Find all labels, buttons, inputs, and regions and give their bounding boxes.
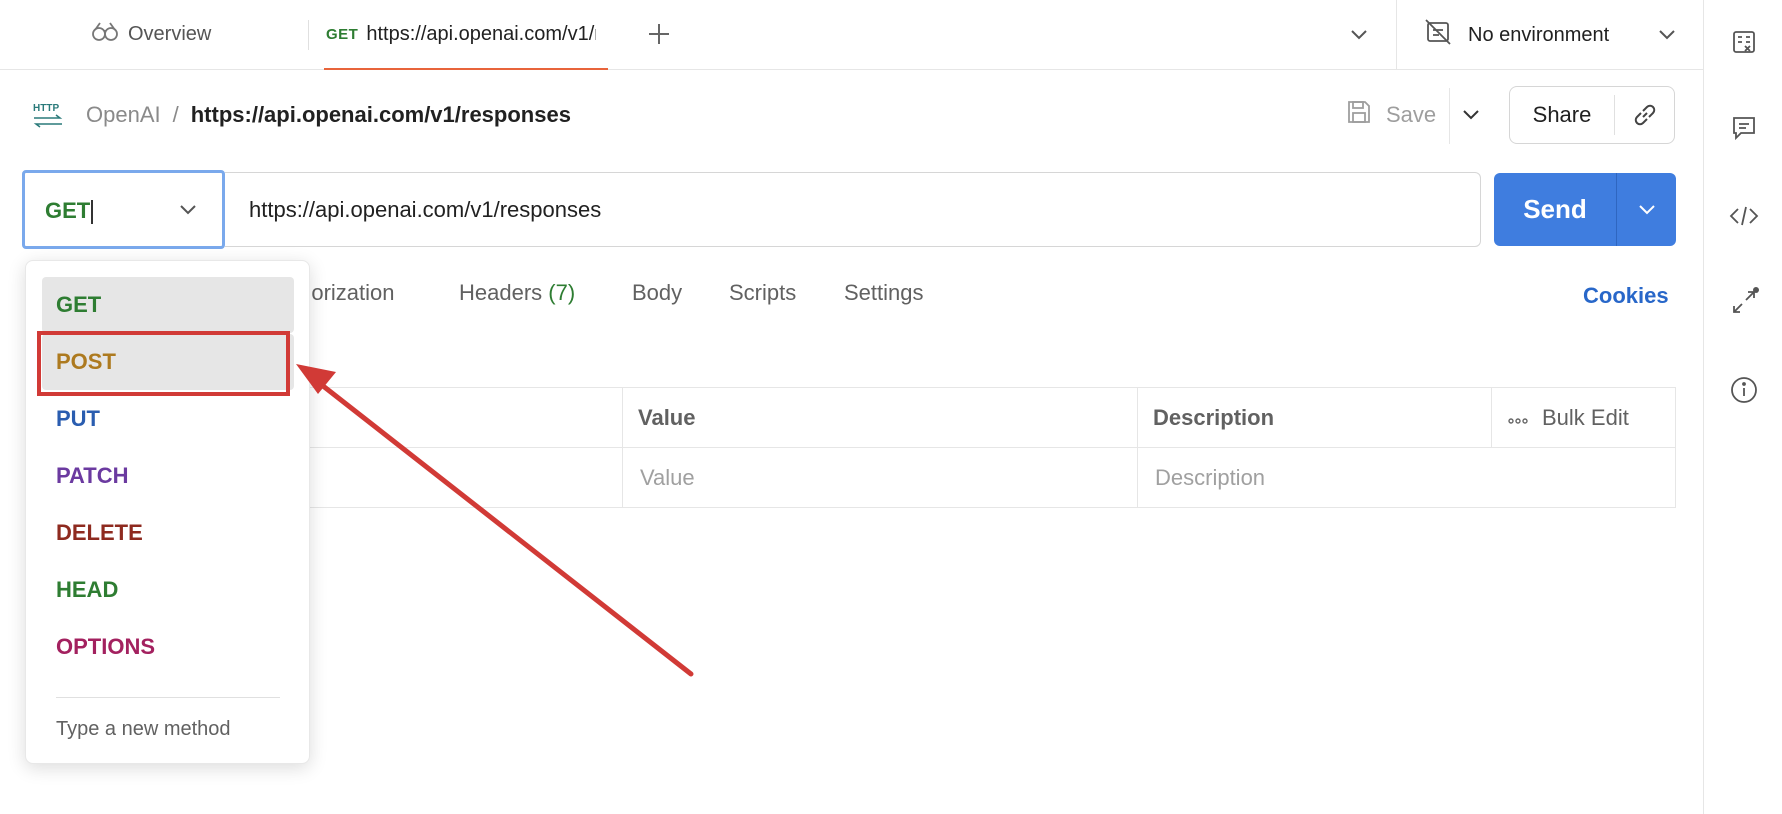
column-divider <box>1491 388 1492 447</box>
tab-request-method: GET <box>326 25 359 43</box>
related-icon[interactable] <box>1728 286 1760 318</box>
env-divider <box>1396 0 1397 70</box>
info-icon[interactable] <box>1728 374 1760 406</box>
breadcrumb-collection[interactable]: OpenAI <box>86 102 161 128</box>
tab-request-url: https://api.openai.com/v1/responses <box>366 22 596 45</box>
tab-headers[interactable]: Headers (7) <box>459 280 575 306</box>
value-input[interactable]: Value <box>640 465 695 491</box>
method-option-patch[interactable]: PATCH <box>42 448 294 504</box>
code-icon[interactable] <box>1728 200 1760 232</box>
tab-body[interactable]: Body <box>632 280 682 306</box>
method-value: GET <box>45 198 94 225</box>
eyes-icon <box>90 19 120 49</box>
url-input[interactable]: https://api.openai.com/v1/responses <box>225 172 1481 247</box>
tab-request[interactable]: GET https://api.openai.com/v1/responses <box>324 0 608 70</box>
chevron-down-icon[interactable] <box>1344 20 1374 50</box>
http-request-icon: HTTP <box>32 100 64 130</box>
method-select[interactable]: GET <box>22 170 225 249</box>
new-method-input[interactable]: Type a new method <box>56 718 231 741</box>
column-header-description: Description <box>1153 405 1275 430</box>
share-button-group: Share <box>1509 86 1675 144</box>
share-button[interactable]: Share <box>1510 102 1614 128</box>
no-environment-icon <box>1424 18 1452 52</box>
tab-divider <box>308 20 309 50</box>
save-label: Save <box>1386 102 1437 127</box>
cookies-link[interactable]: Cookies <box>1583 283 1669 309</box>
comments-icon[interactable] <box>1728 112 1760 144</box>
dropdown-divider <box>56 697 280 698</box>
environment-selector[interactable]: No environment <box>1424 16 1609 54</box>
tab-overview-label: Overview <box>128 22 212 45</box>
column-divider <box>622 388 623 508</box>
save-button[interactable]: Save <box>1346 98 1436 132</box>
tab-settings[interactable]: Settings <box>844 280 924 306</box>
bulk-edit-button[interactable]: Bulk Edit <box>1508 405 1629 431</box>
save-icon <box>1346 99 1372 131</box>
description-input[interactable]: Description <box>1155 465 1265 491</box>
chevron-down-icon <box>173 195 203 225</box>
chevron-down-icon[interactable] <box>1617 204 1676 216</box>
breadcrumb-separator: / <box>172 102 179 127</box>
tab-scripts[interactable]: Scripts <box>729 280 796 306</box>
method-option-head[interactable]: HEAD <box>42 562 294 618</box>
column-divider <box>1137 388 1138 508</box>
right-sidebar <box>1703 0 1782 814</box>
send-button[interactable]: Send <box>1494 194 1616 225</box>
chevron-down-icon[interactable] <box>1456 100 1486 130</box>
chevron-down-icon[interactable] <box>1652 20 1682 50</box>
environment-label: No environment <box>1468 23 1610 46</box>
tab-bar: Overview GET https://api.openai.com/v1/r… <box>0 0 1703 70</box>
send-button-group: Send <box>1494 173 1676 246</box>
variables-icon[interactable] <box>1728 26 1760 58</box>
breadcrumb: HTTP OpenAI / https://api.openai.com/v1/… <box>32 98 571 132</box>
method-option-delete[interactable]: DELETE <box>42 505 294 561</box>
method-option-options[interactable]: OPTIONS <box>42 619 294 675</box>
annotation-highlight-box <box>37 331 290 396</box>
save-divider <box>1449 88 1450 144</box>
postman-window: Overview GET https://api.openai.com/v1/r… <box>0 0 1782 814</box>
bulk-edit-label: Bulk Edit <box>1542 405 1629 430</box>
table-divider <box>286 447 1675 448</box>
method-option-put[interactable]: PUT <box>42 391 294 447</box>
new-tab-icon[interactable] <box>643 18 675 50</box>
headers-count: (7) <box>548 280 576 305</box>
method-option-get[interactable]: GET <box>42 277 294 333</box>
tab-overview[interactable]: Overview <box>90 19 211 49</box>
column-header-value: Value <box>638 405 696 430</box>
request-title[interactable]: https://api.openai.com/v1/responses <box>191 102 571 128</box>
link-icon[interactable] <box>1615 101 1674 129</box>
http-badge: HTTP <box>33 103 59 114</box>
more-icon[interactable] <box>1508 405 1528 431</box>
params-table: Value Description Bulk Edit Value Descri… <box>286 387 1676 508</box>
